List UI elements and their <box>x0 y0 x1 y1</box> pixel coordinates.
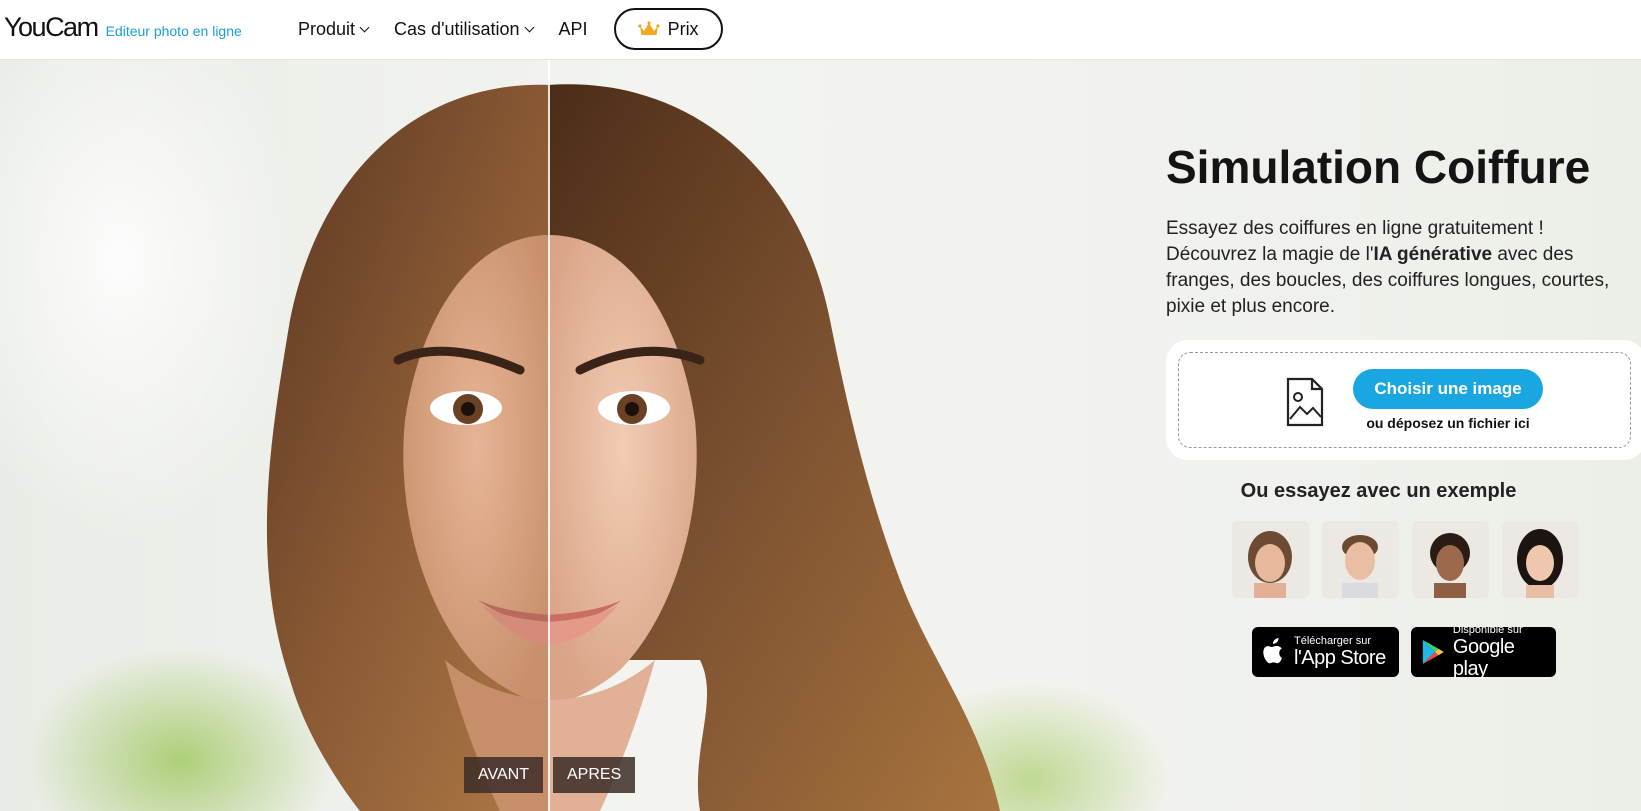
apple-icon <box>1263 638 1282 664</box>
app-store-small-text: Télécharger sur <box>1294 635 1372 647</box>
app-store-badge[interactable]: Télécharger sur l'App Store <box>1252 627 1399 677</box>
app-store-badges: Télécharger sur l'App Store Disponible s… <box>1252 624 1556 680</box>
choose-image-button[interactable]: Choisir une image <box>1353 369 1543 409</box>
app-store-text: Télécharger sur l'App Store <box>1294 635 1386 669</box>
google-play-small-text: Disponible sur <box>1452 624 1523 636</box>
main-nav: Produit Cas d'utilisation API Prix <box>298 0 723 58</box>
hero-description: Essayez des coiffures en ligne gratuitem… <box>1166 216 1636 320</box>
nav-produit[interactable]: Produit <box>298 18 370 40</box>
drop-file-hint: ou déposez un fichier ici <box>1366 415 1530 431</box>
chevron-down-icon <box>359 22 370 32</box>
after-label: APRES <box>553 757 636 793</box>
crown-icon <box>637 21 660 35</box>
example-photo-3[interactable] <box>1412 521 1489 598</box>
example-thumbnails <box>1232 521 1579 598</box>
examples-heading: Ou essayez avec un exemple <box>1240 480 1517 502</box>
top-navigation-bar: YouCam Editeur photo en ligne Produit Ca… <box>0 0 1641 60</box>
google-play-big-text: Google play <box>1452 636 1515 680</box>
nav-produit-label: Produit <box>298 18 356 39</box>
upload-card: Choisir une image ou déposez un fichier … <box>1166 340 1641 460</box>
example-photo-1[interactable] <box>1232 521 1309 598</box>
google-play-text: Disponible sur Google play <box>1453 624 1546 680</box>
example-photo-2[interactable] <box>1322 521 1399 598</box>
nav-cas-utilisation-label: Cas d'utilisation <box>394 18 520 39</box>
logo-wordmark: YouCam <box>4 12 99 42</box>
prix-button-label: Prix <box>667 18 699 39</box>
nav-api-label: API <box>558 18 588 39</box>
google-play-icon <box>1422 640 1444 664</box>
chevron-down-icon <box>524 22 534 32</box>
image-file-icon <box>1286 377 1324 427</box>
logo[interactable]: YouCam Editeur photo en ligne <box>4 12 242 43</box>
before-label: AVANT <box>464 757 543 793</box>
before-after-portrait-image <box>266 84 1000 811</box>
logo-tagline: Editeur photo en ligne <box>105 23 242 39</box>
nav-api[interactable]: API <box>559 19 588 40</box>
file-drop-zone[interactable]: Choisir une image ou déposez un fichier … <box>1178 352 1631 448</box>
example-photo-4[interactable] <box>1502 521 1579 598</box>
before-after-slider-handle[interactable] <box>548 60 550 811</box>
page-title: Simulation Coiffure <box>1166 141 1591 193</box>
app-store-big-text: l'App Store <box>1294 647 1386 669</box>
google-play-badge[interactable]: Disponible sur Google play <box>1411 624 1556 680</box>
desc-bold-text: IA générative <box>1373 244 1493 265</box>
prix-button[interactable]: Prix <box>613 8 723 50</box>
nav-cas-utilisation[interactable]: Cas d'utilisation <box>394 18 534 40</box>
